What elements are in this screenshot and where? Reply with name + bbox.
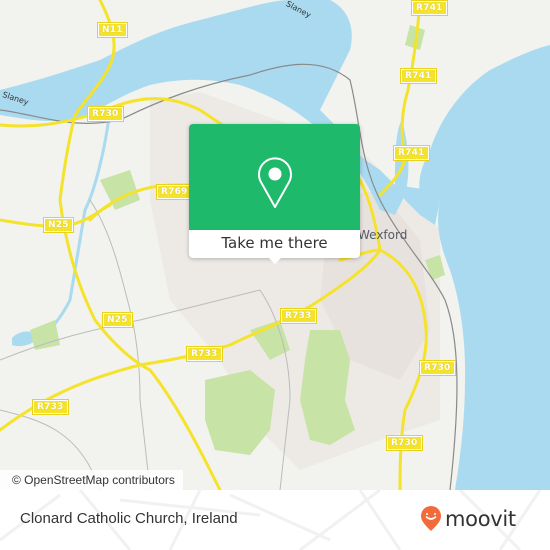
- road-shield-r741: R741: [400, 68, 437, 84]
- road-shield-r741: R741: [393, 145, 430, 161]
- road-shield-r733: R733: [32, 399, 69, 415]
- popup-header[interactable]: [189, 124, 360, 230]
- road-shield-r733: R733: [280, 308, 317, 324]
- place-title: Clonard Catholic Church, Ireland: [20, 510, 238, 527]
- road-shield-n11: N11: [97, 22, 128, 38]
- map[interactable]: Slaney Slaney Wexford N11 R730 R741 R741…: [0, 0, 550, 490]
- minor-road: [89, 199, 151, 490]
- moovit-pin-icon: [421, 506, 441, 531]
- map-pin-icon: [258, 157, 292, 208]
- road-shield-r730: R730: [386, 435, 423, 451]
- road-shield-r730: R730: [419, 360, 456, 376]
- road-shield-r769: R769: [156, 184, 193, 200]
- road-shield-n25: N25: [102, 312, 133, 328]
- popup-tail: [268, 257, 282, 264]
- park: [30, 320, 60, 350]
- take-me-there-button[interactable]: Take me there: [189, 230, 360, 258]
- road-shield-n25: N25: [43, 217, 74, 233]
- footer: Clonard Catholic Church, Ireland moovit: [0, 490, 550, 550]
- map-attribution[interactable]: © OpenStreetMap contributors: [0, 470, 183, 490]
- place-label-wexford: Wexford: [358, 228, 408, 242]
- park: [100, 170, 140, 210]
- road-shield-r730: R730: [87, 106, 124, 122]
- road-shield-r741: R741: [411, 0, 448, 16]
- park: [205, 370, 275, 455]
- moovit-logo[interactable]: moovit: [420, 506, 516, 532]
- moovit-brand: moovit: [445, 507, 516, 531]
- road-shield-r733: R733: [186, 346, 223, 362]
- take-me-there-popup[interactable]: Take me there: [189, 124, 360, 264]
